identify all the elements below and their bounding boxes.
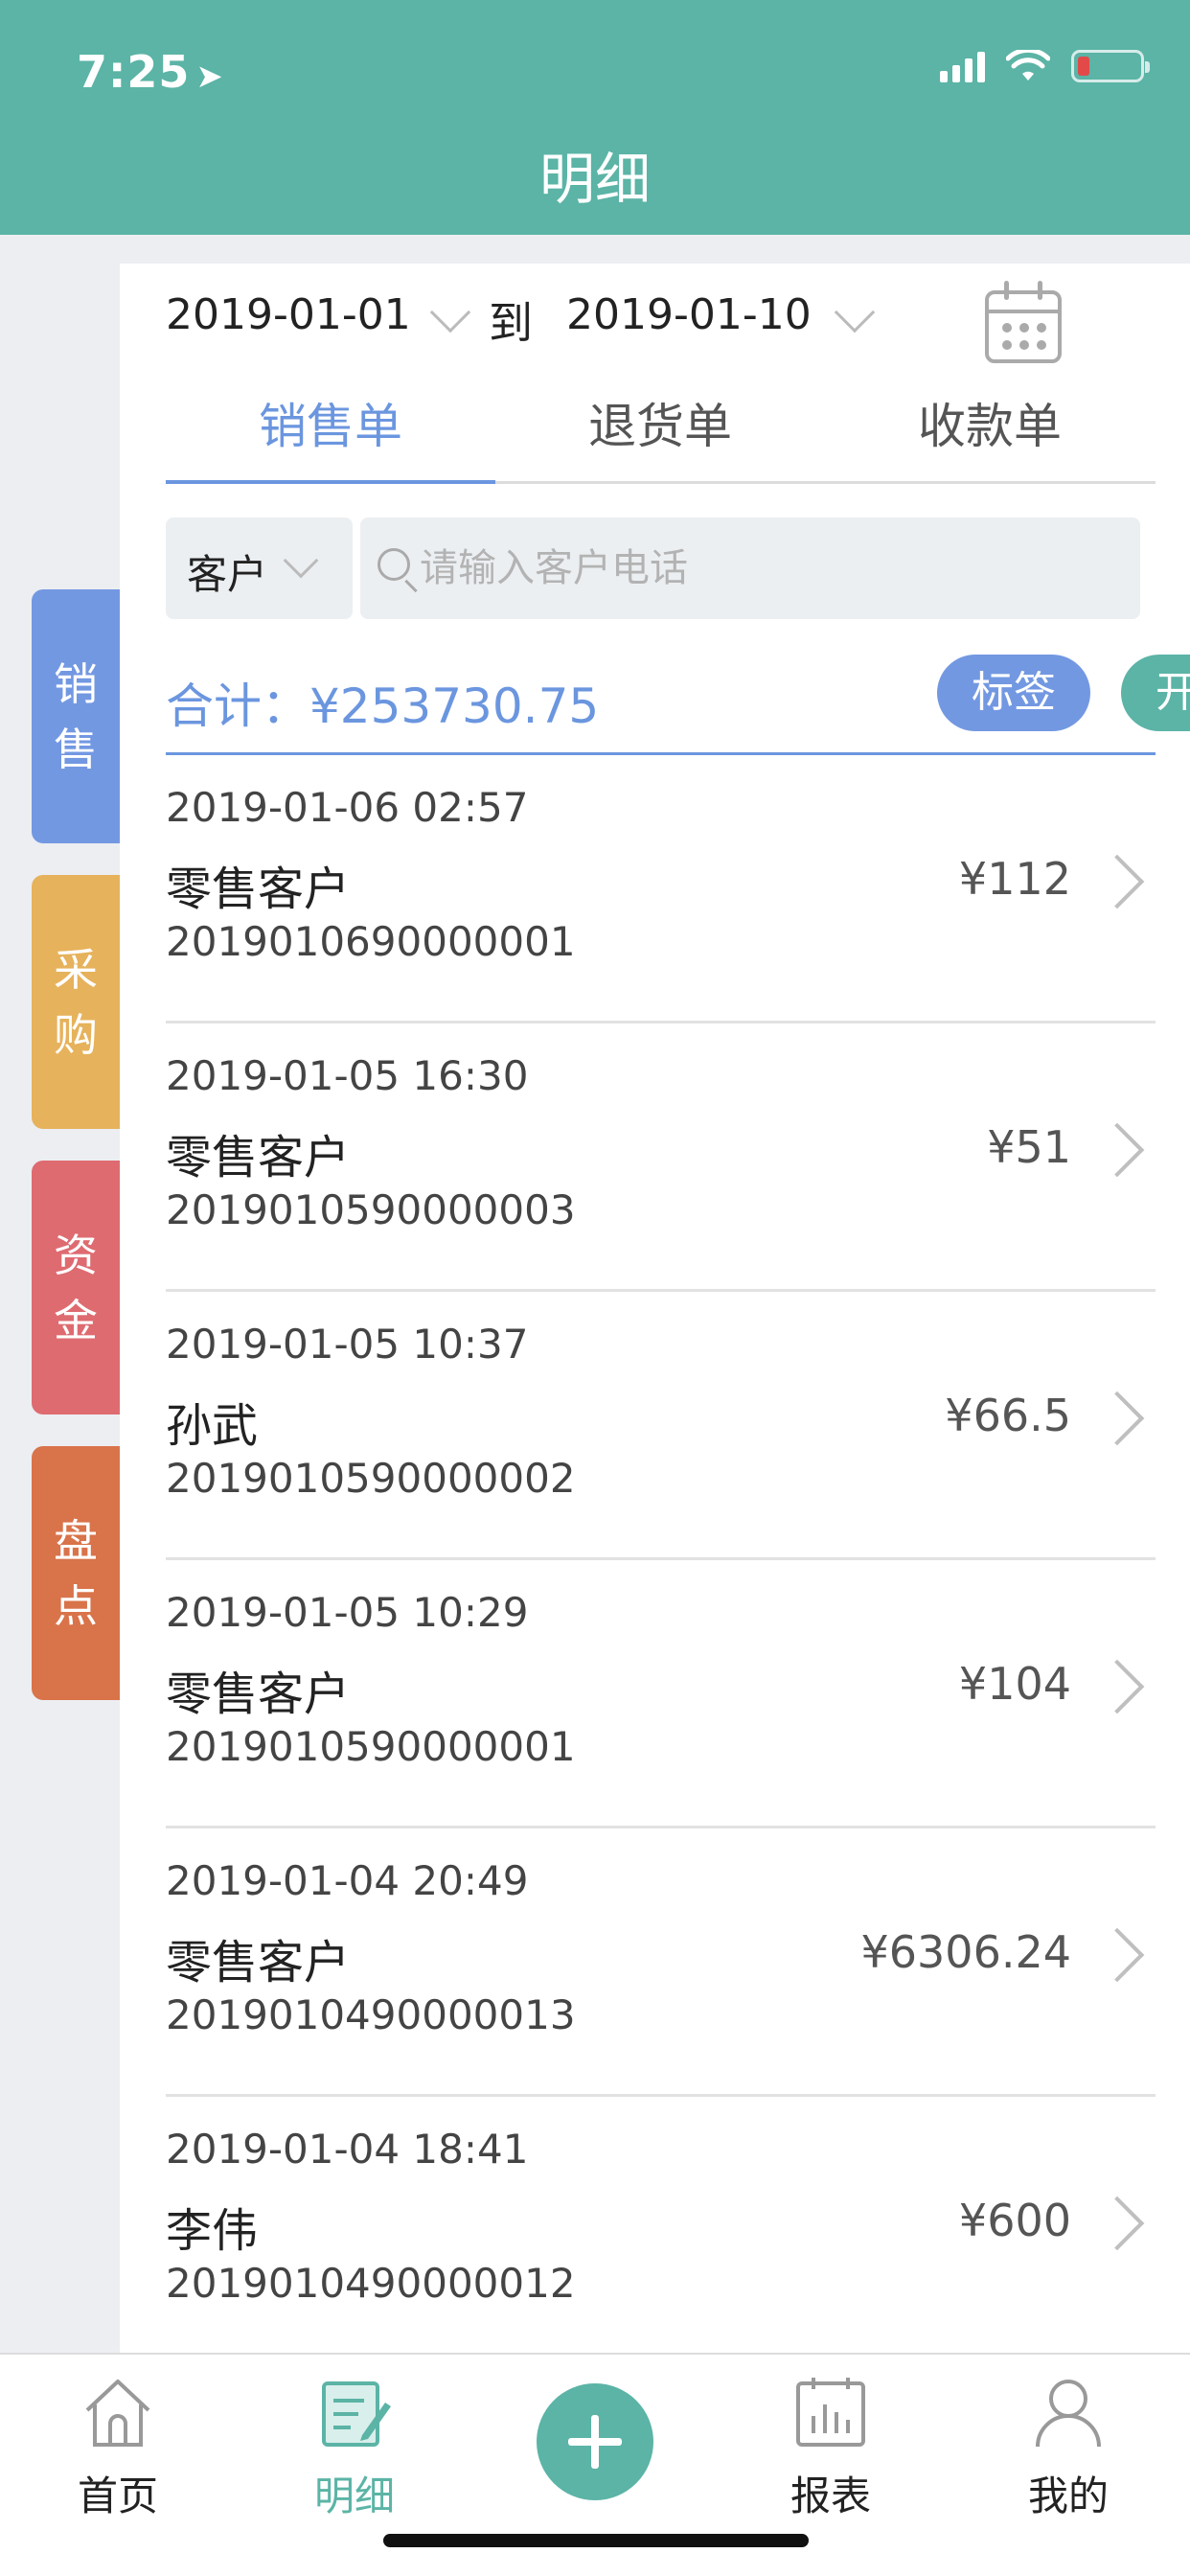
filter-row: 客户 [166, 518, 1156, 619]
nav-item-profile[interactable]: 我的 [996, 2374, 1140, 2522]
record-order-number: 2019010490000012 [166, 2260, 576, 2307]
chevron-right-icon [1089, 1659, 1145, 1714]
record-datetime: 2019-01-05 16:30 [166, 1052, 529, 1099]
home-icon [85, 2380, 150, 2447]
search-icon [378, 548, 410, 581]
record-amount: ¥600 [958, 2195, 1071, 2246]
chevron-down-icon [283, 542, 319, 579]
tab-sales-order[interactable]: 销售单 [166, 388, 495, 457]
summary-row: 合计：¥253730.75 标签 开单 [166, 655, 1190, 760]
record-customer: 零售客户 [166, 1936, 351, 1990]
chevron-right-icon [1089, 1122, 1145, 1178]
date-to-label: 到 [489, 297, 533, 349]
side-tab-funds-label: 资金 [54, 1229, 98, 1346]
status-icons [940, 50, 1150, 82]
side-tab-funds[interactable]: 资金 [32, 1161, 120, 1414]
record-customer: 零售客户 [166, 1668, 351, 1721]
total-amount: 合计：¥253730.75 [166, 668, 599, 737]
status-time-text: 7:25 [77, 46, 191, 98]
list-item[interactable]: 2019-01-04 18:41 李伟 2019010490000012 ¥60… [166, 2097, 1156, 2353]
open-order-button[interactable]: 开单 [1121, 655, 1190, 731]
customer-filter-label: 客户 [187, 551, 268, 598]
side-tab-purchase-label: 采购 [54, 943, 98, 1061]
home-indicator [383, 2534, 809, 2547]
total-label: 合计： [166, 678, 309, 734]
order-type-tabs: 销售单 退货单 收款单 [166, 369, 1156, 484]
record-customer: 李伟 [166, 2204, 259, 2258]
main-panel: 2019-01-01 到 2019-01-10 销售单 退货单 收款单 客户 合… [120, 264, 1190, 2353]
report-icon [796, 2378, 865, 2447]
customer-phone-search-input[interactable] [420, 518, 1129, 619]
end-date-chevron-down-icon[interactable] [834, 291, 876, 334]
chevron-right-icon [1089, 854, 1145, 909]
record-list: 2019-01-06 02:57 零售客户 2019010690000001 ¥… [166, 755, 1156, 2353]
tab-receipt-order[interactable]: 收款单 [825, 388, 1155, 457]
record-customer: 零售客户 [166, 1131, 351, 1184]
list-item[interactable]: 2019-01-05 16:30 零售客户 2019010590000003 ¥… [166, 1024, 1156, 1292]
profile-icon [1036, 2380, 1101, 2448]
record-amount: ¥66.5 [945, 1390, 1071, 1441]
tab-return-order[interactable]: 退货单 [495, 388, 825, 457]
list-item[interactable]: 2019-01-04 20:49 零售客户 2019010490000013 ¥… [166, 1828, 1156, 2097]
start-date-chevron-down-icon[interactable] [429, 291, 471, 334]
app-header: 7:25 ➤ 明细 [0, 0, 1190, 235]
record-amount: ¥112 [958, 853, 1071, 905]
record-order-number: 2019010590000003 [166, 1186, 576, 1233]
date-range-row: 2019-01-01 到 2019-01-10 [120, 264, 1190, 369]
nav-item-report[interactable]: 报表 [759, 2374, 903, 2522]
record-datetime: 2019-01-06 02:57 [166, 784, 529, 831]
search-box[interactable] [360, 518, 1140, 619]
chevron-right-icon [1089, 1927, 1145, 1983]
calendar-icon[interactable] [985, 281, 1062, 363]
record-customer: 零售客户 [166, 862, 351, 916]
side-tab-sales[interactable]: 销售 [32, 589, 141, 843]
nav-item-detail[interactable]: 明细 [283, 2374, 426, 2522]
cellular-signal-icon [940, 50, 985, 82]
tag-button[interactable]: 标签 [937, 655, 1090, 731]
list-item[interactable]: 2019-01-05 10:37 孙武 2019010590000002 ¥66… [166, 1292, 1156, 1560]
record-order-number: 2019010690000001 [166, 918, 576, 965]
record-datetime: 2019-01-05 10:29 [166, 1589, 529, 1636]
record-order-number: 2019010590000002 [166, 1455, 576, 1502]
record-order-number: 2019010590000001 [166, 1723, 576, 1770]
customer-filter-select[interactable]: 客户 [166, 518, 353, 619]
location-arrow-icon: ➤ [195, 58, 224, 96]
page-title: 明细 [538, 147, 651, 212]
side-tab-inventory-label: 盘点 [54, 1514, 98, 1632]
list-item[interactable]: 2019-01-06 02:57 零售客户 2019010690000001 ¥… [166, 755, 1156, 1024]
nav-label-home: 首页 [77, 2472, 158, 2519]
nav-label-detail: 明细 [313, 2472, 395, 2519]
record-order-number: 2019010490000013 [166, 1991, 576, 2038]
record-amount: ¥51 [987, 1121, 1071, 1173]
record-datetime: 2019-01-04 18:41 [166, 2126, 529, 2173]
chevron-right-icon [1089, 1391, 1145, 1446]
battery-icon [1071, 50, 1150, 82]
end-date[interactable]: 2019-01-10 [566, 290, 812, 339]
start-date[interactable]: 2019-01-01 [166, 290, 411, 339]
record-amount: ¥6306.24 [860, 1926, 1072, 1978]
detail-icon [322, 2381, 391, 2447]
total-value: ¥253730.75 [309, 678, 600, 734]
list-item[interactable]: 2019-01-05 10:29 零售客户 2019010590000001 ¥… [166, 1560, 1156, 1828]
nav-item-home[interactable]: 首页 [46, 2374, 190, 2522]
nav-label-profile: 我的 [1027, 2472, 1109, 2519]
side-tab-sales-label: 销售 [54, 657, 98, 775]
side-tab-inventory[interactable]: 盘点 [32, 1446, 120, 1700]
record-amount: ¥104 [958, 1658, 1071, 1710]
record-datetime: 2019-01-04 20:49 [166, 1857, 529, 1904]
record-datetime: 2019-01-05 10:37 [166, 1321, 529, 1368]
chevron-right-icon [1089, 2196, 1145, 2251]
side-tab-purchase[interactable]: 采购 [32, 875, 120, 1129]
bottom-nav: 首页 明细 报表 我的 [0, 2353, 1190, 2576]
active-tab-indicator [166, 480, 495, 484]
add-button[interactable] [537, 2383, 653, 2500]
wifi-icon [1006, 50, 1050, 80]
nav-label-report: 报表 [790, 2472, 871, 2519]
record-customer: 孙武 [166, 1399, 259, 1453]
status-time: 7:25 ➤ [77, 46, 224, 98]
